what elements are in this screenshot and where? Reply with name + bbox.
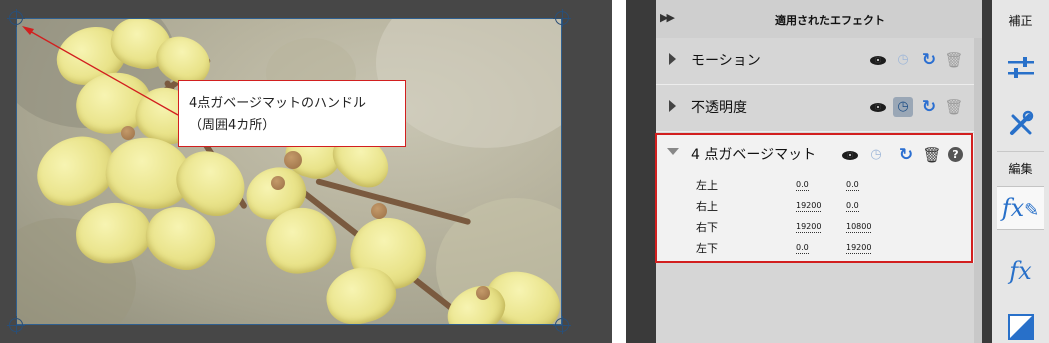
- transition-icon[interactable]: [997, 305, 1044, 343]
- tools-icon[interactable]: [997, 102, 1044, 144]
- matte-handle-bottom-right[interactable]: [553, 316, 571, 334]
- panel-divider: [626, 0, 656, 343]
- trash-icon[interactable]: 🗑: [944, 97, 964, 117]
- param-y-value[interactable]: 0.0: [846, 180, 859, 191]
- param-row-bottom-left: 左下 0.0 19200: [656, 236, 974, 258]
- panel-divider: [982, 0, 992, 343]
- stopwatch-icon[interactable]: ◷: [866, 145, 886, 165]
- adjust-label[interactable]: 補正: [992, 12, 1049, 29]
- param-x-value[interactable]: 0.0: [796, 180, 809, 191]
- param-label: 左下: [696, 242, 718, 255]
- param-label: 右下: [696, 221, 718, 234]
- double-chevron-right-icon[interactable]: ▶▶: [660, 11, 675, 24]
- stopwatch-icon[interactable]: ◷: [893, 97, 913, 117]
- toolbar-separator: [997, 151, 1044, 152]
- eye-icon[interactable]: [842, 151, 858, 160]
- param-row-top-right: 右上 19200 0.0: [656, 194, 974, 216]
- param-y-value[interactable]: 0.0: [846, 201, 859, 212]
- param-y-value[interactable]: 10800: [846, 222, 872, 233]
- scrollbar[interactable]: [974, 38, 982, 343]
- panel-header: ▶▶ 適用されたエフェクト ◷: [656, 0, 1006, 38]
- panel-title: 適用されたエフェクト: [775, 14, 885, 27]
- param-row-top-left: 左上 0.0 0.0: [656, 173, 974, 195]
- reset-icon[interactable]: ↻: [919, 97, 939, 117]
- param-x-value[interactable]: 19200: [796, 222, 822, 233]
- matte-handle-top-right[interactable]: [553, 9, 571, 27]
- effect-row-opacity[interactable]: 不透明度 ◷ ↻ 🗑: [656, 85, 974, 132]
- matte-handle-bottom-left[interactable]: [7, 316, 25, 334]
- sliders-icon[interactable]: [997, 46, 1044, 88]
- effect-row-garbage-matte[interactable]: 4 点ガベージマット ◷ ↻ 🗑 ? 左上 0.0 0.0 右上 19200 0…: [656, 133, 974, 263]
- trash-icon[interactable]: 🗑: [944, 50, 964, 70]
- fx-text: fx: [1009, 257, 1032, 285]
- param-row-bottom-right: 右下 19200 10800: [656, 215, 974, 237]
- callout-line-1: 4点ガベージマットのハンドル: [189, 96, 367, 111]
- applied-effects-panel: ▶▶ 適用されたエフェクト ◷ モーション ◷ ↻ 🗑 不透明度 ◷ ↻ 🗑: [626, 0, 1049, 343]
- param-label: 右上: [696, 200, 718, 213]
- fx-text: fx: [1001, 194, 1025, 222]
- matte-handle-top-left[interactable]: [7, 9, 25, 27]
- callout-line-2: （周囲4カ所）: [189, 118, 276, 133]
- param-label: 左上: [696, 179, 718, 192]
- help-icon[interactable]: ?: [948, 147, 963, 162]
- param-y-value[interactable]: 19200: [846, 243, 872, 254]
- fx-icon[interactable]: fx: [997, 250, 1044, 292]
- param-x-value[interactable]: 19200: [796, 201, 822, 212]
- eye-icon[interactable]: [870, 103, 886, 112]
- right-toolbar: 補正 編集 fx✎ fx: [992, 0, 1049, 343]
- edit-label[interactable]: 編集: [992, 160, 1049, 177]
- stopwatch-icon[interactable]: ◷: [893, 50, 913, 70]
- preview-image: [16, 18, 562, 325]
- effect-row-motion[interactable]: モーション ◷ ↻ 🗑: [656, 38, 974, 85]
- reset-icon[interactable]: ↻: [896, 145, 916, 165]
- fx-pencil-icon[interactable]: fx✎: [997, 186, 1044, 230]
- trash-icon[interactable]: 🗑: [922, 145, 942, 165]
- eye-icon[interactable]: [870, 56, 886, 65]
- annotation-callout: 4点ガベージマットのハンドル （周囲4カ所）: [178, 80, 406, 147]
- reset-icon[interactable]: ↻: [919, 50, 939, 70]
- preview-panel: 4点ガベージマットのハンドル （周囲4カ所）: [0, 0, 612, 343]
- param-x-value[interactable]: 0.0: [796, 243, 809, 254]
